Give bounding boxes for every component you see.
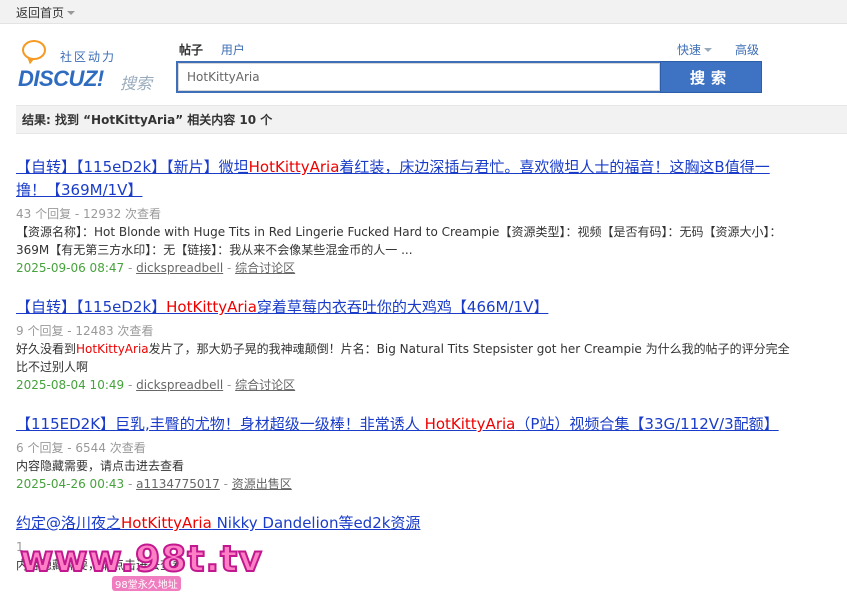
result-summary: 结果: 找到 “HotKittyAria” 相关内容 10 个	[16, 105, 847, 134]
title-highlight: HotKittyAria	[248, 158, 340, 176]
title-text: 穿着草莓内衣吞吐你的大鸡鸡【466M/1V】	[256, 298, 549, 316]
forum-link[interactable]: 综合讨论区	[235, 378, 295, 392]
title-text: 【115ED2K】巨乳,丰臀的尤物！身材超级一级棒！非常诱人	[16, 415, 425, 433]
forum-link[interactable]: 综合讨论区	[235, 261, 295, 275]
advanced-search-link[interactable]: 高级	[735, 41, 759, 58]
result-summary-text: 【资源名称】：Hot Blonde with Huge Tits in Red …	[16, 223, 796, 259]
summary-highlight: HotKittyAria	[76, 342, 149, 356]
logo-brand: DISCUZ!	[18, 66, 104, 91]
result-item: 【自转】【115eD2k】HotKittyAria穿着草莓内衣吞吐你的大鸡鸡【4…	[16, 296, 796, 394]
result-item: 【115ED2K】巨乳,丰臀的尤物！身材超级一级棒！非常诱人 HotKittyA…	[16, 413, 796, 493]
quick-dropdown[interactable]: 快速	[677, 41, 713, 58]
result-summary-text: 好久没看到HotKittyAria发片了，那大奶子晃的我神魂颠倒！片名：Big …	[16, 340, 796, 376]
post-date: 2025-09-06 08:47	[16, 261, 125, 275]
summary-text: 【资源名称】：Hot Blonde with Huge Tits in Red …	[16, 225, 782, 257]
result-meta: 9 个回复 - 12483 次查看	[16, 324, 154, 338]
search-type-tabs: 帖子 用户	[179, 41, 259, 58]
site-logo[interactable]: 社区动力 DISCUZ! 搜索	[16, 40, 166, 102]
author-link[interactable]: dickspreadbell	[136, 378, 223, 392]
watermark-logo: www.98t.tv 98堂永久地址	[19, 539, 263, 592]
result-title-link[interactable]: 约定@洛川夜之HotKittyAria Nikky Dandelion等ed2k…	[16, 512, 796, 535]
author-link[interactable]: dickspreadbell	[136, 261, 223, 275]
result-item: 【自转】【115eD2k】【新片】微坦HotKittyAria着红装，床边深插与…	[16, 156, 796, 277]
result-footer: 2025-04-26 00:43 - a1134775017 - 资源出售区	[16, 477, 292, 491]
search-box	[176, 61, 660, 93]
result-footer: 2025-08-04 10:49 - dickspreadbell - 综合讨论…	[16, 378, 296, 392]
logo-tagline: 社区动力	[60, 50, 117, 64]
search-input[interactable]	[178, 63, 660, 91]
title-highlight: HotKittyAria	[121, 514, 212, 532]
chevron-down-icon	[704, 48, 713, 52]
logo-brand-sub: 搜索	[120, 74, 153, 93]
search-button[interactable]: 搜索	[660, 61, 762, 93]
forum-link[interactable]: 资源出售区	[232, 477, 292, 491]
summary-text: 好久没看到	[16, 342, 77, 356]
header: 社区动力 DISCUZ! 搜索 帖子 用户 快速 高级 搜索	[0, 24, 847, 104]
result-title-link[interactable]: 【115ED2K】巨乳,丰臀的尤物！身材超级一级棒！非常诱人 HotKittyA…	[16, 413, 796, 436]
speech-bubble-icon	[22, 40, 46, 60]
chevron-down-icon	[67, 11, 76, 15]
result-meta: 6 个回复 - 6544 次查看	[16, 441, 146, 455]
title-text: 【自转】【115eD2k】	[16, 298, 167, 316]
results-list: 【自转】【115eD2k】【新片】微坦HotKittyAria着红装，床边深插与…	[16, 156, 796, 593]
watermark-text: www.98t.tv	[19, 539, 263, 581]
quick-label: 快速	[677, 43, 702, 57]
result-summary-text: 内容隐藏需要，请点击进去查看	[16, 457, 796, 475]
title-text: （P站）视频合集【33G/112V/3配额】	[515, 415, 779, 433]
back-home-link[interactable]: 返回首页	[16, 4, 76, 21]
title-text: Nikky Dandelion等ed2k资源	[211, 514, 421, 532]
result-footer: 2025-09-06 08:47 - dickspreadbell - 综合讨论…	[16, 261, 296, 275]
post-date: 2025-04-26 00:43	[16, 477, 125, 491]
post-date: 2025-08-04 10:49	[16, 378, 125, 392]
top-bar: 返回首页	[0, 0, 847, 24]
title-text: 【自转】【115eD2k】【新片】微坦	[16, 158, 249, 176]
back-home-label: 返回首页	[16, 6, 65, 20]
summary-text: 内容隐藏需要，请点击进去查看	[16, 459, 185, 473]
title-highlight: HotKittyAria	[166, 298, 257, 316]
title-highlight: HotKittyAria	[424, 415, 516, 433]
tab-users[interactable]: 用户	[221, 43, 245, 57]
watermark-subtext: 98堂永久地址	[112, 576, 181, 591]
tab-posts[interactable]: 帖子	[179, 43, 203, 57]
title-text: 约定@洛川夜之	[16, 514, 122, 532]
result-title-link[interactable]: 【自转】【115eD2k】HotKittyAria穿着草莓内衣吞吐你的大鸡鸡【4…	[16, 296, 796, 319]
result-title-link[interactable]: 【自转】【115eD2k】【新片】微坦HotKittyAria着红装，床边深插与…	[16, 156, 796, 202]
result-meta: 43 个回复 - 12932 次查看	[16, 207, 162, 221]
author-link[interactable]: a1134775017	[136, 477, 220, 491]
